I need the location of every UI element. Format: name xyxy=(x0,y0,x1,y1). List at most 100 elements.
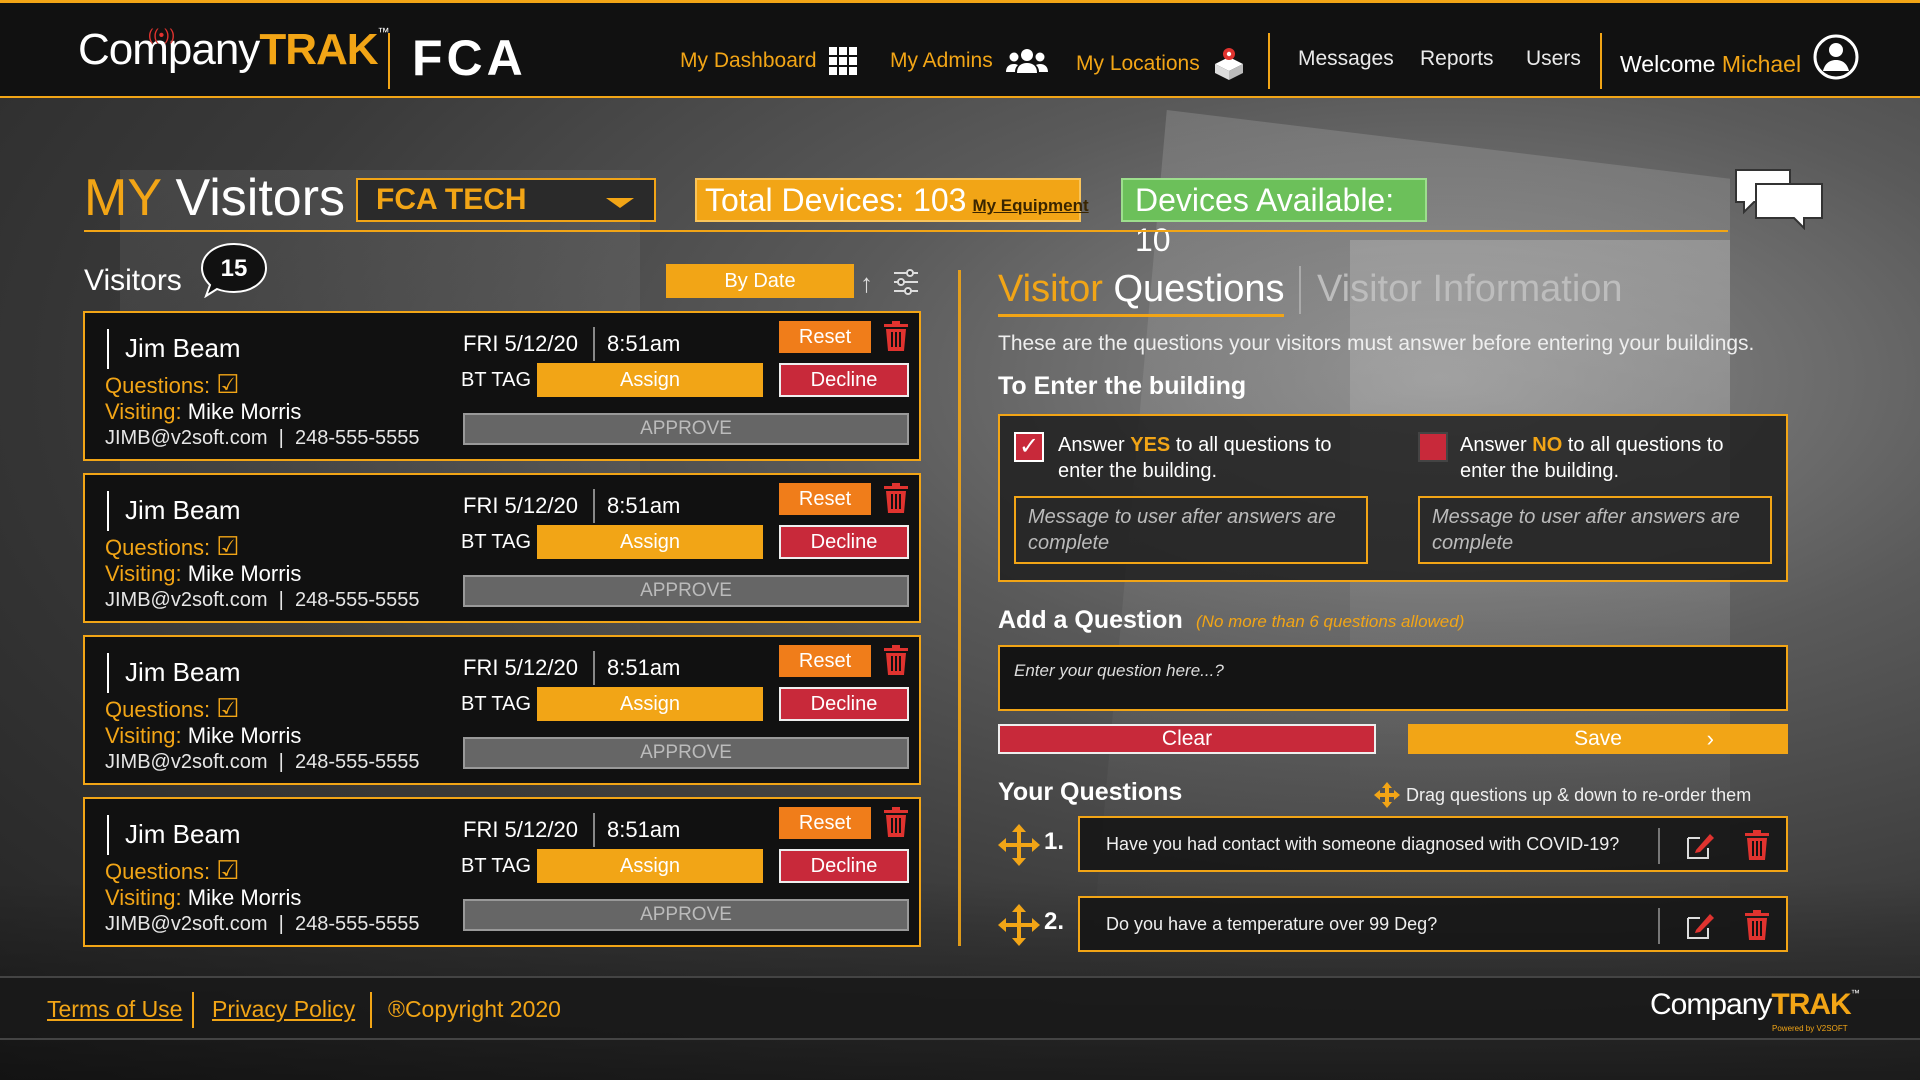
visitor-contact: JIMB@v2soft.com | 248-555-5555 xyxy=(105,589,420,611)
title-underline xyxy=(84,230,1728,232)
question-text: Have you had contact with someone diagno… xyxy=(1106,834,1620,854)
visit-time: 8:51am xyxy=(607,817,681,842)
time-divider xyxy=(593,813,595,847)
decline-button[interactable]: Decline xyxy=(779,849,909,883)
tab-visitor-information[interactable]: Visitor Information xyxy=(1317,268,1623,311)
questions-status: Questions: ☑ xyxy=(105,693,240,723)
reset-button[interactable]: Reset xyxy=(779,645,871,677)
visitor-count-bubble: 15 xyxy=(200,242,268,298)
footer: Terms of Use Privacy Policy ®Copyright 2… xyxy=(0,976,1920,1040)
user-avatar-icon[interactable] xyxy=(1812,33,1860,81)
visitor-name: Jim Beam xyxy=(125,333,241,363)
decline-button[interactable]: Decline xyxy=(779,687,909,721)
chat-bubbles-icon[interactable] xyxy=(1734,168,1824,230)
trash-icon[interactable] xyxy=(1744,910,1770,940)
footer-divider xyxy=(192,992,194,1028)
visit-date: FRI 5/12/20 xyxy=(463,493,578,518)
companytrak-logo[interactable]: CompanyTRAK™ xyxy=(78,25,390,75)
edit-icon[interactable] xyxy=(1684,910,1716,942)
decline-button[interactable]: Decline xyxy=(779,363,909,397)
visitor-card: Jim Beam Questions: ☑ Visiting: Mike Morr… xyxy=(83,797,921,947)
nav-my-dashboard[interactable]: My Dashboard xyxy=(680,47,857,75)
visiting-host: Visiting: Mike Morris xyxy=(105,885,302,910)
question-box: Have you had contact with someone diagno… xyxy=(1078,816,1788,872)
privacy-policy-link[interactable]: Privacy Policy xyxy=(212,996,355,1023)
visiting-host: Visiting: Mike Morris xyxy=(105,723,302,748)
trash-icon[interactable] xyxy=(883,645,909,675)
decline-button[interactable]: Decline xyxy=(779,525,909,559)
welcome-message: Welcome Michael xyxy=(1620,51,1802,77)
fca-logo: FCA xyxy=(412,30,527,86)
move-arrows-icon xyxy=(1374,782,1400,808)
nav-my-admins[interactable]: My Admins xyxy=(890,47,1049,75)
time-divider xyxy=(593,651,595,685)
trash-icon[interactable] xyxy=(1744,830,1770,860)
sort-by-date-button[interactable]: By Date xyxy=(666,264,854,298)
visitor-card: Jim Beam Questions: ☑ Visiting: Mike Morr… xyxy=(83,311,921,461)
edit-icon[interactable] xyxy=(1684,830,1716,862)
name-divider xyxy=(107,491,109,531)
save-button[interactable]: Save › xyxy=(1408,724,1788,754)
tab-visitor-questions[interactable]: Visitor Questions xyxy=(998,268,1285,311)
questions-status: Questions: ☑ xyxy=(105,855,240,885)
my-equipment-link[interactable]: My Equipment xyxy=(972,196,1088,215)
filter-sliders-icon[interactable] xyxy=(892,268,920,296)
assign-button[interactable]: Assign xyxy=(537,687,763,721)
reset-button[interactable]: Reset xyxy=(779,483,871,515)
assign-button[interactable]: Assign xyxy=(537,525,763,559)
total-devices-badge: Total Devices: 103 My Equipment xyxy=(695,178,1089,222)
your-questions-title: Your Questions xyxy=(998,778,1183,806)
approve-button[interactable]: APPROVE xyxy=(463,737,909,769)
checkmark-icon: ☑ xyxy=(216,855,240,885)
visit-time: 8:51am xyxy=(607,655,681,680)
nav-messages[interactable]: Messages xyxy=(1298,47,1394,71)
question-limit-hint: (No more than 6 questions allowed) xyxy=(1196,612,1465,631)
nav-reports[interactable]: Reports xyxy=(1420,47,1494,71)
visitor-name: Jim Beam xyxy=(125,495,241,525)
questions-status: Questions: ☑ xyxy=(105,531,240,561)
site-select-dropdown[interactable]: FCA TECH xyxy=(356,178,656,222)
page-title: MY Visitors xyxy=(84,169,346,227)
no-message-field[interactable]: Message to user after answers are comple… xyxy=(1418,496,1772,564)
reset-button[interactable]: Reset xyxy=(779,807,871,839)
drag-handle-icon[interactable] xyxy=(998,824,1040,866)
approve-button[interactable]: APPROVE xyxy=(463,413,909,445)
question-row: 2. Do you have a temperature over 99 Deg… xyxy=(998,896,1788,952)
question-text: Do you have a temperature over 99 Deg? xyxy=(1106,914,1438,934)
sort-ascending-icon[interactable]: ↑ xyxy=(860,268,873,299)
visitor-name: Jim Beam xyxy=(125,819,241,849)
trash-icon[interactable] xyxy=(883,321,909,351)
answer-yes-checkbox[interactable]: ✓ xyxy=(1014,432,1044,462)
yes-message-field[interactable]: Message to user after answers are comple… xyxy=(1014,496,1368,564)
devices-available-badge: Devices Available: 10 xyxy=(1121,178,1427,258)
drag-handle-icon[interactable] xyxy=(998,904,1040,946)
trash-icon[interactable] xyxy=(883,807,909,837)
visiting-host: Visiting: Mike Morris xyxy=(105,561,302,586)
clear-button[interactable]: Clear xyxy=(998,724,1376,754)
nav-users[interactable]: Users xyxy=(1526,47,1581,71)
question-input[interactable]: Enter your question here...? xyxy=(998,645,1788,711)
enter-building-options: ✓ Answer YES to all questions to enter t… xyxy=(998,414,1788,582)
trash-icon[interactable] xyxy=(883,483,909,513)
header-divider xyxy=(1268,33,1270,89)
answer-no-label: Answer NO to all questions to enter the … xyxy=(1460,434,1724,482)
visitors-label: Visitors xyxy=(84,264,182,297)
nav-my-locations[interactable]: My Locations xyxy=(1076,47,1246,81)
visitor-card: Jim Beam Questions: ☑ Visiting: Mike Morr… xyxy=(83,635,921,785)
terms-of-use-link[interactable]: Terms of Use xyxy=(47,996,182,1023)
questions-status: Questions: ☑ xyxy=(105,369,240,399)
questions-intro-text: These are the questions your visitors mu… xyxy=(998,332,1755,355)
approve-button[interactable]: APPROVE xyxy=(463,899,909,931)
question-number: 2. xyxy=(1044,908,1065,935)
assign-button[interactable]: Assign xyxy=(537,849,763,883)
powered-by-text: Powered by V2SOFT xyxy=(1772,1024,1848,1033)
location-cube-icon xyxy=(1214,48,1243,80)
answer-no-checkbox[interactable] xyxy=(1418,432,1448,462)
reset-button[interactable]: Reset xyxy=(779,321,871,353)
signal-icon: ((•)) xyxy=(148,27,175,44)
time-divider xyxy=(593,489,595,523)
visit-date: FRI 5/12/20 xyxy=(463,817,578,842)
grid-icon xyxy=(828,47,857,75)
approve-button[interactable]: APPROVE xyxy=(463,575,909,607)
assign-button[interactable]: Assign xyxy=(537,363,763,397)
